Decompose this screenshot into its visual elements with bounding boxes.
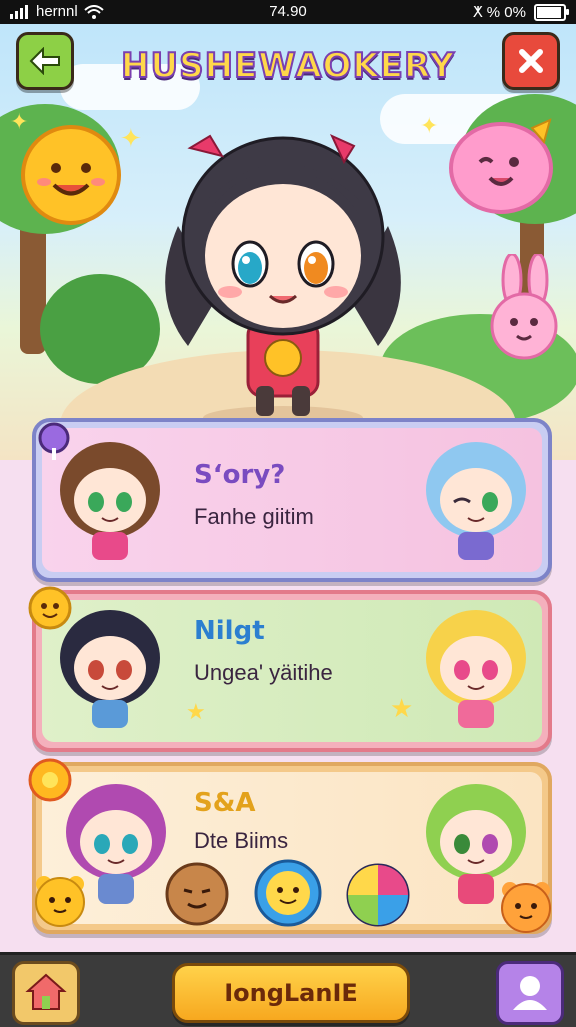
home-icon bbox=[25, 973, 67, 1010]
game-title: HUSHEWAOKERY bbox=[120, 45, 455, 87]
flower-badge-icon bbox=[28, 586, 72, 630]
star-icon: ★ bbox=[390, 694, 414, 724]
bear-face-icon bbox=[35, 876, 85, 927]
card-subtitle: Dte Biims bbox=[194, 828, 289, 853]
sparkle-icon: ✦ bbox=[10, 110, 29, 135]
status-bar: hernnl 74.90 ⵅ % 0% bbox=[0, 0, 576, 24]
story-card-2[interactable]: Nilgt Ungea' yäitihe ★ ★ bbox=[28, 586, 552, 752]
sun-mascot-icon bbox=[21, 125, 121, 225]
flower-badge-icon bbox=[28, 758, 72, 802]
home-button[interactable] bbox=[12, 961, 80, 1025]
close-button[interactable] bbox=[502, 32, 560, 90]
lollipop-icon bbox=[38, 422, 70, 460]
status-indicators: ⵅ % 0% bbox=[472, 4, 526, 21]
story-card-1[interactable]: Sʻory? Fanhe giitim bbox=[32, 418, 552, 582]
profile-icon bbox=[513, 976, 547, 1010]
blue-hair-girl-avatar bbox=[426, 442, 526, 560]
star-icon: ★ bbox=[186, 700, 206, 725]
game-scene: ✦ ✦ ✦ bbox=[0, 24, 576, 460]
card-title: S&A bbox=[194, 788, 256, 818]
close-icon bbox=[519, 49, 543, 73]
beach-ball-icon[interactable] bbox=[342, 862, 414, 928]
card-subtitle: Fanhe giitim bbox=[194, 504, 314, 529]
back-button[interactable] bbox=[16, 32, 74, 90]
card-subtitle: Ungea' yäitihe bbox=[194, 660, 333, 685]
bunny-mascot-icon bbox=[490, 254, 558, 360]
bottom-bar: IongLanIE bbox=[0, 952, 576, 1027]
profile-button[interactable] bbox=[496, 961, 564, 1025]
cookie-face-icon[interactable] bbox=[162, 862, 232, 926]
sparkle-icon: ✦ bbox=[420, 114, 439, 139]
sparkle-icon: ✦ bbox=[120, 124, 142, 154]
blonde-girl-avatar bbox=[426, 610, 526, 728]
play-button[interactable]: IongLanIE bbox=[172, 963, 410, 1023]
battery-fill bbox=[537, 6, 561, 18]
blue-face-bubble-icon[interactable] bbox=[252, 858, 324, 928]
card-title: Sʻory? bbox=[194, 460, 286, 490]
pink-blob-mascot-icon bbox=[449, 118, 553, 214]
status-time: 74.90 bbox=[269, 3, 307, 20]
arrow-left-icon bbox=[29, 47, 60, 75]
bear-face-icon bbox=[501, 882, 551, 933]
main-character bbox=[165, 133, 401, 430]
battery-icon bbox=[534, 3, 569, 21]
story-card-3[interactable]: S&A Dte Biims bbox=[28, 758, 552, 934]
card-title: Nilgt bbox=[194, 616, 265, 646]
